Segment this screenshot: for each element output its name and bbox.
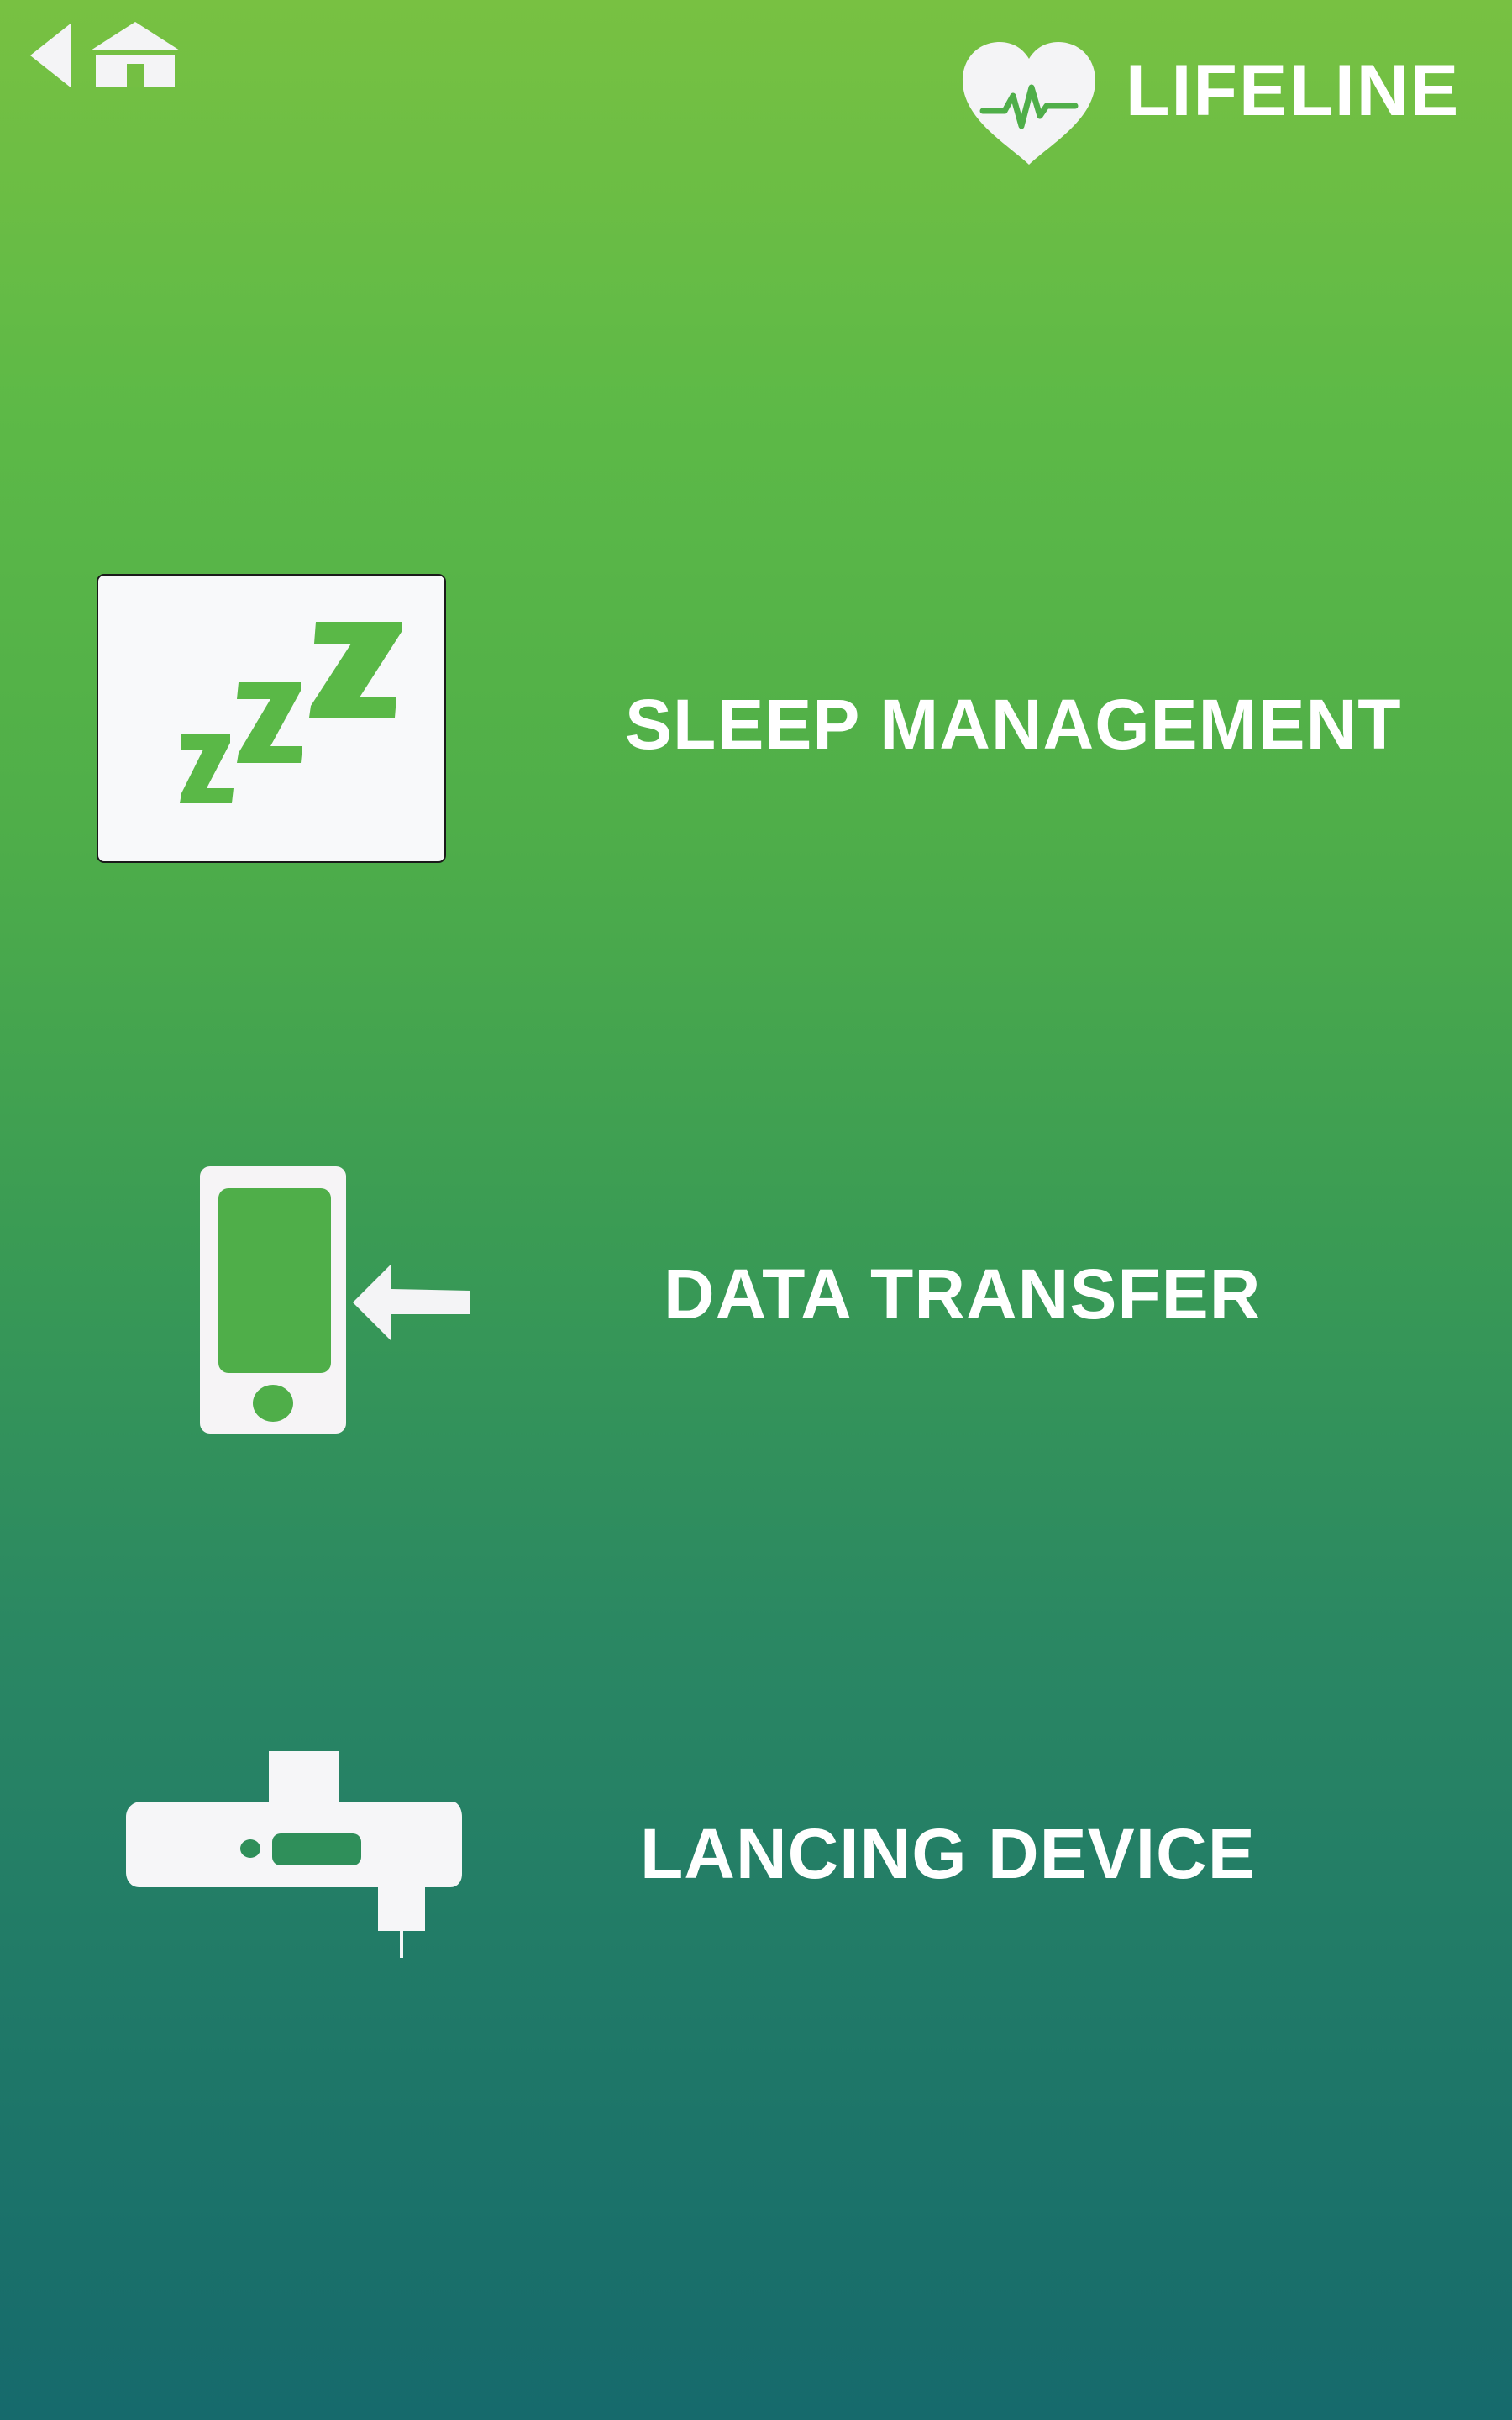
back-arrow-icon: [30, 24, 71, 87]
menu-item-sleep-management[interactable]: SLEEP MANAGEMENT: [0, 538, 1512, 891]
brand-logo: [958, 39, 1100, 166]
menu-label-sleep-management: SLEEP MANAGEMENT: [625, 685, 1402, 764]
home-icon: [91, 22, 180, 87]
menu-item-lancing-device[interactable]: LANCING DEVICE: [0, 1681, 1512, 2033]
sleep-zzz-icon: [96, 573, 447, 864]
phone-transfer-icon: [198, 1165, 475, 1435]
home-button[interactable]: [89, 20, 181, 91]
app-screen: LIFELINE SLEEP MANAGEMENT DATA TRANSFER …: [0, 0, 1512, 2420]
brand-title: LIFELINE: [1126, 50, 1461, 131]
menu-label-data-transfer: DATA TRANSFER: [664, 1255, 1262, 1334]
lancing-device-icon: [124, 1749, 462, 1975]
back-button[interactable]: [25, 20, 77, 91]
heart-pulse-icon: [963, 42, 1095, 165]
menu-label-lancing-device: LANCING DEVICE: [640, 1814, 1256, 1893]
menu-item-data-transfer[interactable]: DATA TRANSFER: [0, 1118, 1512, 1470]
